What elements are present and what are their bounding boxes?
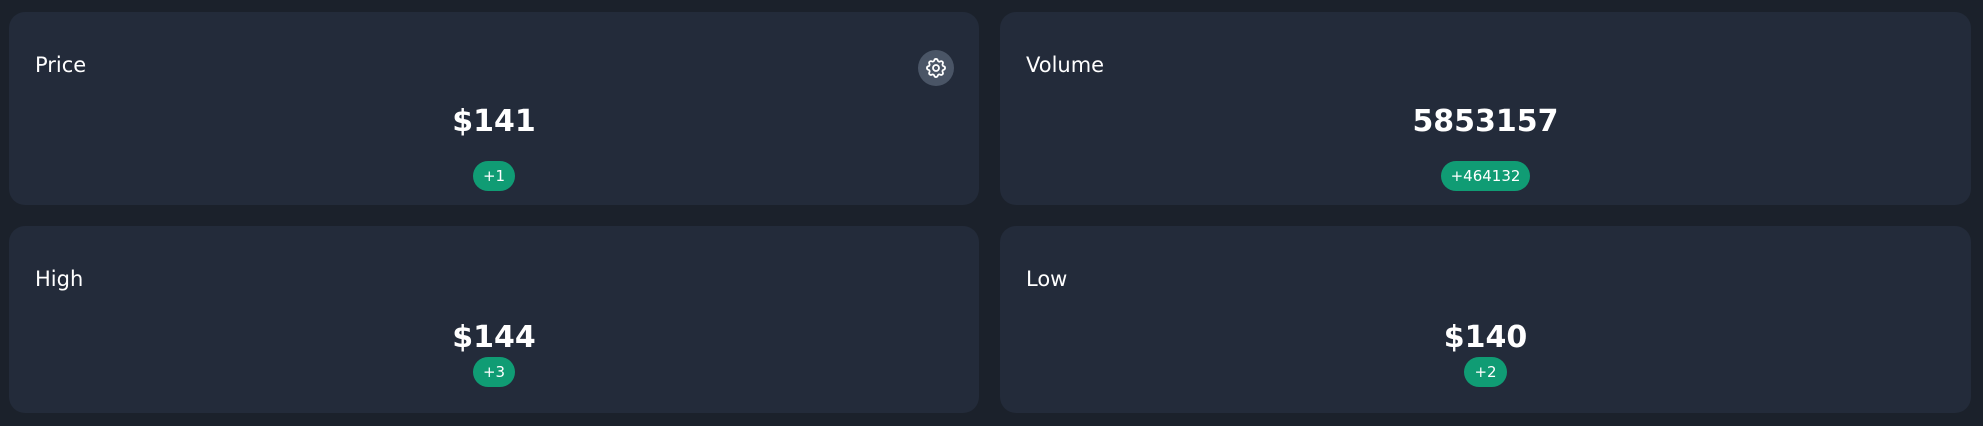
gear-icon xyxy=(924,56,948,80)
price-title: Price xyxy=(35,53,87,77)
volume-value: 5853157 xyxy=(1412,104,1559,139)
price-value: $141 xyxy=(452,104,536,139)
high-title: High xyxy=(35,267,84,291)
price-card: Price $141 +1 xyxy=(9,12,979,205)
low-value: $140 xyxy=(1443,320,1528,355)
stats-grid: Price $141 +1 Volume 5853157 +464132 Hig… xyxy=(0,0,1983,426)
price-change-badge: +1 xyxy=(472,161,516,191)
low-title: Low xyxy=(1026,267,1068,291)
high-change-badge: +3 xyxy=(472,357,516,387)
low-card: Low $140 +2 xyxy=(1000,226,1971,413)
volume-title: Volume xyxy=(1026,53,1105,77)
high-value: $144 xyxy=(452,320,536,355)
high-card: High $144 +3 xyxy=(9,226,979,413)
low-change-badge: +2 xyxy=(1464,357,1507,387)
volume-change-badge: +464132 xyxy=(1440,161,1531,191)
settings-button[interactable] xyxy=(918,50,954,86)
volume-card: Volume 5853157 +464132 xyxy=(1000,12,1971,205)
